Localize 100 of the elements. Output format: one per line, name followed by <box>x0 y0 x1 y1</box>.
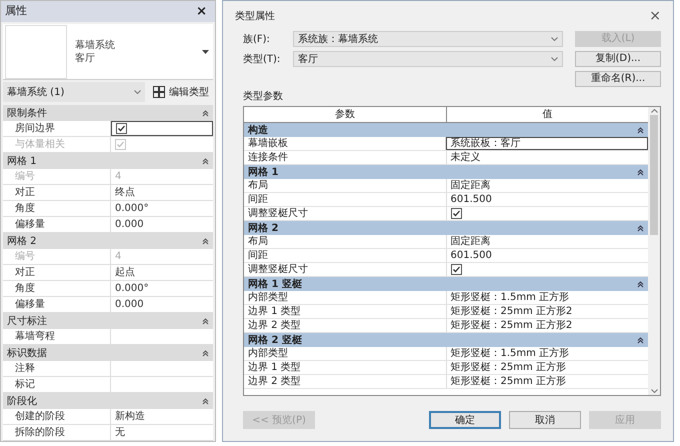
property-label: 角度 <box>3 201 111 216</box>
scrollbar[interactable] <box>648 107 660 395</box>
caret-icon[interactable] <box>551 37 558 41</box>
property-label: 房间边界 <box>3 121 111 136</box>
column-header[interactable]: 参数 <box>244 107 446 122</box>
group-header[interactable]: 构造 <box>244 123 648 137</box>
section-header[interactable]: 阶段化 <box>3 393 213 409</box>
parameter-name: 连接条件 <box>244 151 446 164</box>
section-label: 类型参数 <box>242 90 284 104</box>
close-button[interactable]: × <box>649 6 661 26</box>
parameter-name: 边界 2 类型 <box>244 375 446 388</box>
type-name: 客厅 <box>75 52 96 64</box>
property-value[interactable]: 无 <box>111 425 213 440</box>
group-header[interactable]: 网格 1 竖梃 <box>244 277 648 291</box>
parameter-name: 布局 <box>244 235 446 248</box>
grid-icon <box>153 86 165 98</box>
collapse-icon[interactable] <box>637 336 644 344</box>
dialog-button[interactable]: 重命名(R)... <box>575 71 661 87</box>
parameter-value[interactable]: 矩形竖梃：25mm 正方形2 <box>446 305 648 318</box>
group-header[interactable]: 网格 1 <box>244 165 648 179</box>
column-header[interactable]: 值 <box>446 107 648 122</box>
dialog-title: 类型属性 <box>235 10 275 24</box>
collapse-icon[interactable] <box>202 158 209 164</box>
parameter-value[interactable]: 固定距离 <box>446 179 648 192</box>
type-name: 幕墙系统 <box>75 38 116 52</box>
property-label: 编号 <box>3 249 111 264</box>
property-label: 与体量相关 <box>3 137 111 152</box>
property-value[interactable]: 0.000° <box>111 201 213 216</box>
property-value[interactable] <box>111 121 213 136</box>
property-value[interactable]: 0.000 <box>111 297 213 312</box>
collapse-icon[interactable] <box>637 280 644 288</box>
section-header[interactable]: 限制条件 <box>3 105 213 121</box>
property-label: 对正 <box>3 265 111 280</box>
parameter-value[interactable]: 矩形竖梃：1.5mm 正方形 <box>446 291 648 304</box>
parameter-value[interactable]: 矩形竖梃：25mm 正方形 <box>446 375 648 388</box>
property-label: 标记 <box>3 377 111 392</box>
property-value[interactable]: 0.000 <box>111 217 213 232</box>
dialog-button[interactable]: 取消 <box>509 411 581 429</box>
section-header[interactable]: 标识数据 <box>3 345 213 361</box>
dropdown-icon[interactable] <box>202 50 209 54</box>
collapse-icon[interactable] <box>202 110 209 116</box>
close-button[interactable]: × <box>192 2 211 22</box>
parameter-name: 边界 1 类型 <box>244 305 446 318</box>
parameter-name: 布局 <box>244 179 446 192</box>
parameter-value[interactable]: 未定义 <box>446 151 648 164</box>
property-label: 偏移量 <box>3 297 111 312</box>
parameter-value[interactable]: 601.500 <box>446 249 648 262</box>
parameter-name: 内部类型 <box>244 347 446 360</box>
dropdown-field[interactable]: 客厅 <box>293 51 563 67</box>
parameter-name: 幕墙嵌板 <box>244 137 446 150</box>
parameter-value[interactable]: 矩形竖梃：1.5mm 正方形 <box>446 347 648 360</box>
property-value[interactable]: 终点 <box>111 185 213 200</box>
checkbox[interactable] <box>116 123 127 134</box>
parameter-name: 边界 1 类型 <box>244 361 446 374</box>
caret-icon[interactable] <box>134 90 141 94</box>
section-header[interactable]: 网格 1 <box>3 153 213 169</box>
group-header[interactable]: 网格 2 竖梃 <box>244 333 648 347</box>
property-value[interactable]: 起点 <box>111 265 213 280</box>
parameter-name: 间距 <box>244 193 446 206</box>
parameter-name: 调整竖梃尺寸 <box>244 263 446 276</box>
section-header[interactable]: 尺寸标注 <box>3 313 213 329</box>
section-header[interactable]: 网格 2 <box>3 233 213 249</box>
property-label: 编号 <box>3 169 111 184</box>
checkbox[interactable] <box>450 208 462 219</box>
checkbox[interactable] <box>450 264 462 275</box>
type-preview[interactable]: 幕墙系统 客厅 <box>3 24 213 80</box>
dropdown-field[interactable]: 系统族：幕墙系统 <box>293 31 563 47</box>
parameter-value[interactable]: 601.500 <box>446 193 648 206</box>
collapse-icon[interactable] <box>202 318 209 324</box>
collapse-icon[interactable] <box>202 398 209 404</box>
parameter-value[interactable]: 系统嵌板：客厅 <box>446 137 648 150</box>
scroll-down-icon[interactable] <box>650 389 658 393</box>
caret-icon[interactable] <box>551 57 558 61</box>
collapse-icon[interactable] <box>202 238 209 244</box>
parameter-name: 间距 <box>244 249 446 262</box>
collapse-icon[interactable] <box>637 168 644 176</box>
property-label: 创建的阶段 <box>3 409 111 424</box>
field-label: 类型(T): <box>243 52 282 66</box>
preview-thumbnail <box>5 24 67 78</box>
parameter-value[interactable]: 矩形竖梃：25mm 正方形 <box>446 361 648 374</box>
collapse-icon[interactable] <box>637 224 644 232</box>
property-value[interactable]: 0.000° <box>111 281 213 296</box>
property-label: 拆除的阶段 <box>3 425 111 440</box>
instance-selector[interactable]: 幕墙系统 (1) <box>3 82 145 102</box>
panel-title: 属性 <box>5 3 27 20</box>
parameter-value[interactable]: 固定距离 <box>446 235 648 248</box>
scroll-up-icon[interactable] <box>650 109 658 113</box>
dialog-button[interactable]: 确定 <box>429 411 501 429</box>
property-value[interactable]: 新构造 <box>111 409 213 424</box>
collapse-icon[interactable] <box>202 350 209 356</box>
parameter-name: 内部类型 <box>244 291 446 304</box>
group-header[interactable]: 网格 2 <box>244 221 648 235</box>
parameter-value[interactable]: 矩形竖梃：25mm 正方形2 <box>446 319 648 332</box>
parameter-name: 边界 2 类型 <box>244 319 446 332</box>
dialog-button[interactable]: 复制(D)... <box>575 51 661 67</box>
property-label: 偏移量 <box>3 217 111 232</box>
property-label: 注释 <box>3 361 111 376</box>
parameter-name: 调整竖梃尺寸 <box>244 207 446 220</box>
property-label: 对正 <box>3 185 111 200</box>
collapse-icon[interactable] <box>637 126 644 134</box>
